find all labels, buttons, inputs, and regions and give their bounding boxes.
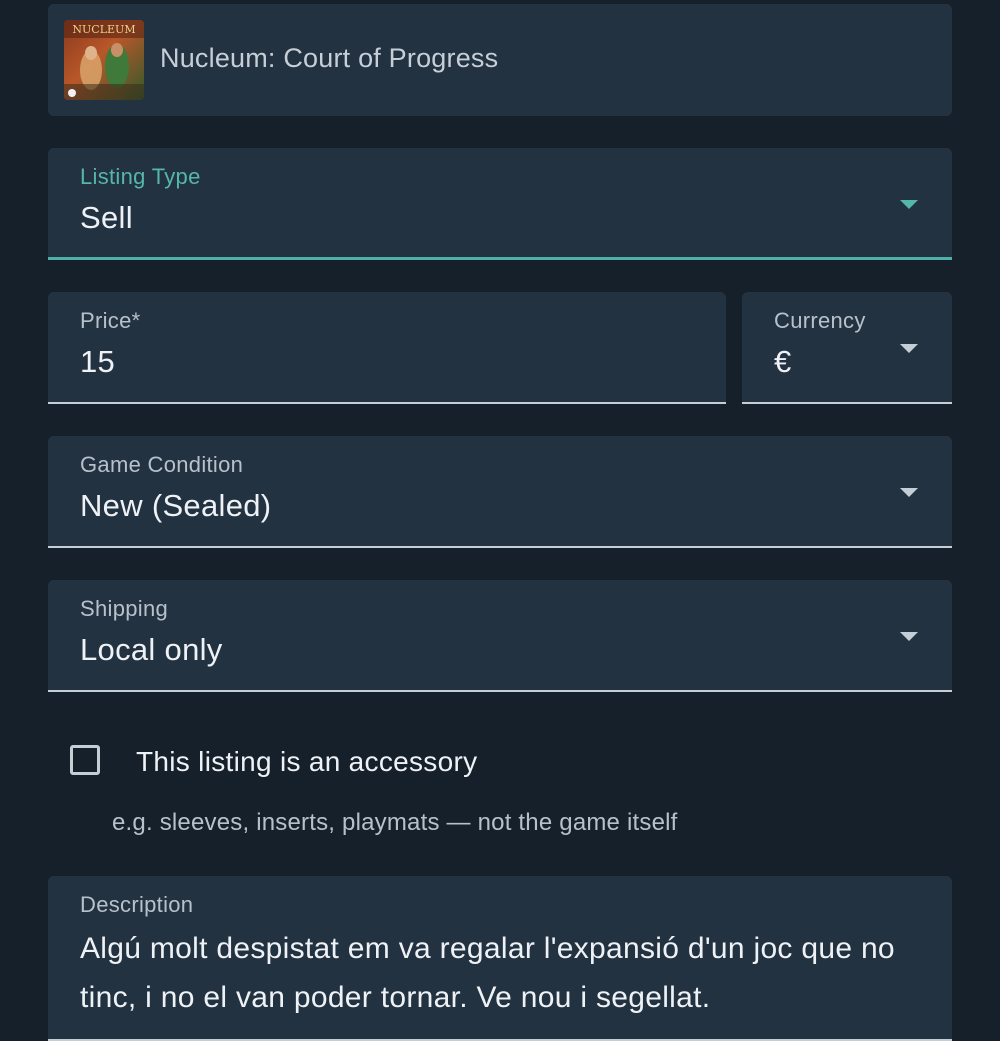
game-card: NUCLEUM Nucleum: Court of Progress xyxy=(48,4,952,116)
game-condition-select[interactable]: Game Condition New (Sealed) xyxy=(48,436,952,548)
price-input[interactable]: Price* 15 xyxy=(48,292,726,404)
description-textarea[interactable]: Description Algú molt despistat em va re… xyxy=(48,876,952,1041)
accessory-hint: e.g. sleeves, inserts, playmats — not th… xyxy=(112,809,678,836)
chevron-down-icon xyxy=(900,344,918,353)
accessory-checkbox[interactable] xyxy=(70,745,100,775)
currency-label: Currency xyxy=(774,308,866,333)
listing-type-value: Sell xyxy=(80,200,133,235)
game-condition-label: Game Condition xyxy=(80,452,244,477)
listing-type-select[interactable]: Listing Type Sell xyxy=(48,148,952,260)
shipping-value: Local only xyxy=(80,632,223,667)
svg-text:NUCLEUM: NUCLEUM xyxy=(72,23,135,36)
description-value: Algú molt despistat em va regalar l'expa… xyxy=(80,932,895,1014)
price-value: 15 xyxy=(80,344,116,379)
game-title: Nucleum: Court of Progress xyxy=(160,43,499,73)
price-label: Price* xyxy=(80,308,141,333)
chevron-down-icon xyxy=(900,488,918,497)
accessory-checkbox-label[interactable]: This listing is an accessory xyxy=(136,746,477,778)
currency-select[interactable]: Currency € xyxy=(742,292,952,404)
game-thumbnail: NUCLEUM xyxy=(64,20,144,100)
listing-type-label: Listing Type xyxy=(80,164,201,189)
game-condition-value: New (Sealed) xyxy=(80,488,272,523)
shipping-select[interactable]: Shipping Local only xyxy=(48,580,952,692)
currency-value: € xyxy=(774,344,792,379)
description-label: Description xyxy=(80,892,194,917)
chevron-down-icon xyxy=(900,632,918,641)
chevron-down-icon xyxy=(900,200,918,209)
shipping-label: Shipping xyxy=(80,596,169,621)
